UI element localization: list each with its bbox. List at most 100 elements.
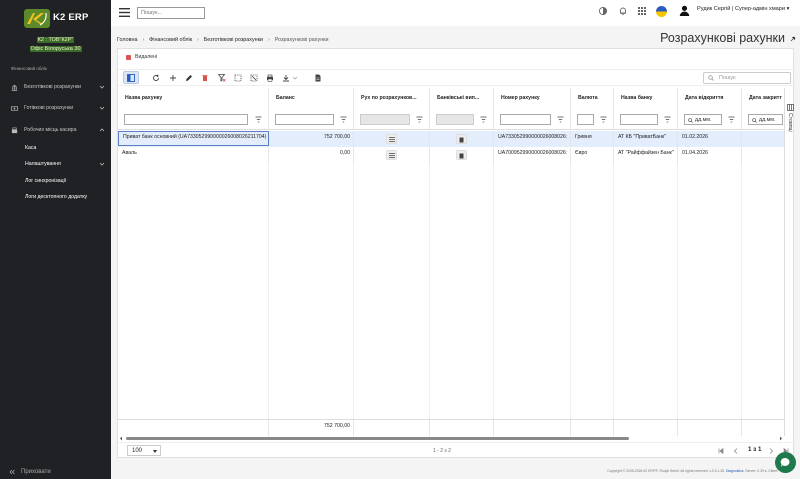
ukraine-flag-icon[interactable]: [656, 6, 667, 17]
filter-icon[interactable]: [255, 116, 262, 123]
grid-totals-row: 752 700,00: [118, 419, 784, 436]
statements-button[interactable]: [456, 150, 467, 160]
chat-button[interactable]: [775, 452, 796, 473]
delete-icon[interactable]: [201, 74, 209, 82]
document-icon[interactable]: [314, 74, 322, 82]
cell-account-number[interactable]: UA733052990000026008026:: [494, 131, 571, 147]
cell-balance[interactable]: 752 700,00: [269, 131, 354, 147]
sidebar-item-cashless[interactable]: Безготівкові розрахунки: [0, 80, 111, 94]
total-balance: 752 700,00: [269, 420, 354, 436]
scroll-right-icon[interactable]: [779, 436, 783, 441]
filter-icon[interactable]: [728, 116, 735, 123]
page-size-select[interactable]: 100: [127, 445, 161, 456]
refresh-icon[interactable]: [152, 74, 160, 82]
breadcrumb-home[interactable]: Головна: [117, 37, 137, 43]
columns-panel-toggle[interactable]: Стовпці: [787, 113, 793, 132]
cell-balance[interactable]: 0,00: [269, 147, 354, 163]
filter-input-bank-name[interactable]: [620, 114, 658, 125]
breadcrumb-finance[interactable]: Фінансовий облік: [149, 37, 192, 43]
cell-account-number[interactable]: UA700952990000026008026:: [494, 147, 571, 163]
column-header-account-name[interactable]: Назва рахунку: [118, 88, 269, 110]
scroll-left-icon[interactable]: [119, 436, 123, 441]
cell-closing-date[interactable]: [742, 131, 784, 147]
filter-icon[interactable]: [557, 116, 564, 123]
copyright-footer: Copyright © 2005-2026 К2 ERP®, Rudyk Ser…: [607, 469, 778, 473]
column-header-opening-date[interactable]: Дата відкриття: [678, 88, 742, 110]
org-name[interactable]: К2 : ТОВ"К2Р": [0, 37, 111, 43]
sidebar-panel-toggle-button[interactable]: [123, 71, 139, 84]
filter-icon[interactable]: [664, 116, 671, 123]
cell-opening-date[interactable]: 01.02.2026: [678, 131, 742, 147]
column-header-closing-date[interactable]: Дата закритт: [742, 88, 784, 110]
total-cell: [571, 420, 614, 436]
chevron-down-icon[interactable]: [292, 74, 298, 82]
grid-search-placeholder: Пошук: [719, 75, 736, 81]
first-page-icon[interactable]: [718, 448, 724, 454]
column-header-currency[interactable]: Валюта: [571, 88, 614, 110]
previous-page-icon[interactable]: [733, 448, 739, 454]
apps-grid-icon[interactable]: [637, 6, 647, 16]
table-row[interactable]: Приват банк основний (UA7330529900000260…: [118, 131, 784, 147]
cell-account-name[interactable]: Приват банк основний (UA7330529900000260…: [118, 131, 269, 146]
user-avatar-icon[interactable]: [679, 5, 690, 16]
column-header-bank-statements[interactable]: Банківські вип...: [430, 88, 494, 110]
k2-logo-icon[interactable]: [24, 9, 50, 28]
menu-icon[interactable]: [119, 8, 130, 17]
filter-icon[interactable]: [480, 116, 487, 123]
diagnostics-link[interactable]: Diagnostics: [726, 469, 744, 473]
statements-button[interactable]: [456, 134, 467, 144]
bell-icon[interactable]: [618, 6, 628, 16]
filter-icon[interactable]: [600, 116, 607, 123]
next-page-icon[interactable]: [768, 448, 774, 454]
grid-search-input[interactable]: Пошук: [703, 72, 791, 84]
theme-toggle-icon[interactable]: [598, 6, 608, 16]
filter-input-balance[interactable]: [275, 114, 334, 125]
filter-icon[interactable]: [416, 116, 423, 123]
download-icon[interactable]: [282, 74, 290, 82]
user-menu[interactable]: Рудик Сергій | Супер-адмін хмари ▾: [697, 6, 789, 12]
filter-input-currency[interactable]: [577, 114, 594, 125]
print-icon[interactable]: [266, 74, 274, 82]
filter-input-account-number[interactable]: [500, 114, 551, 125]
deselect-icon[interactable]: [250, 74, 258, 82]
sidebar-collapse-button[interactable]: Приховати: [9, 469, 51, 475]
breadcrumb-separator: ›: [142, 37, 145, 43]
filter-icon[interactable]: [340, 116, 347, 123]
filter-input-opening-date[interactable]: дд.мм.: [684, 114, 722, 125]
horizontal-scrollbar[interactable]: [119, 436, 789, 441]
cell-account-name[interactable]: Аваль: [118, 147, 269, 163]
sidebar-subitem-settings[interactable]: Налаштування: [0, 158, 111, 170]
sidebar-subitem-sync-log[interactable]: Лог синхронізації: [0, 175, 111, 187]
columns-icon[interactable]: [787, 104, 794, 111]
cell-currency[interactable]: Гривня: [571, 131, 614, 147]
column-header-settlement-movement[interactable]: Рух по розрахунков...: [354, 88, 430, 110]
column-header-bank-name[interactable]: Назва банку: [614, 88, 678, 110]
sidebar-subitem-label: Налаштування: [25, 161, 61, 167]
column-header-account-number[interactable]: Номер рахунку: [494, 88, 571, 110]
filter-input-account-name[interactable]: [124, 114, 248, 125]
clear-filter-icon[interactable]: [218, 74, 226, 82]
cell-opening-date[interactable]: 01.04.2026: [678, 147, 742, 163]
select-all-icon[interactable]: [234, 74, 242, 82]
add-icon[interactable]: [169, 74, 177, 82]
sidebar-item-cashier-workplaces[interactable]: Робочих місць касира: [0, 123, 111, 137]
movement-button[interactable]: [386, 150, 397, 160]
column-header-balance[interactable]: Баланс: [269, 88, 354, 110]
scrollbar-thumb[interactable]: [126, 437, 629, 440]
edit-pencil-icon[interactable]: [185, 74, 193, 82]
sidebar-subitem-desktop-logs[interactable]: Логи десктопного додатку: [0, 191, 111, 203]
global-search-input[interactable]: [137, 7, 205, 19]
cell-bank-name[interactable]: АТ "Райффайзен Банк": [614, 147, 678, 163]
sidebar-item-cash[interactable]: Готівкові розрахунки: [0, 101, 111, 115]
deleted-filter-toggle[interactable]: Видалені: [126, 54, 157, 60]
filter-input-closing-date[interactable]: дд.мм.: [748, 114, 783, 125]
office-name[interactable]: Офіс Білоруська 30: [0, 46, 111, 52]
cell-closing-date[interactable]: [742, 147, 784, 163]
table-row[interactable]: Аваль 0,00 UA700952990000026008026: Євро…: [118, 147, 784, 163]
cell-bank-name[interactable]: АТ КБ "ПриватБанк": [614, 131, 678, 147]
sidebar-subitem-kasa[interactable]: Каса: [0, 142, 111, 154]
cell-currency[interactable]: Євро: [571, 147, 614, 163]
movement-button[interactable]: [386, 134, 397, 144]
pin-icon[interactable]: [790, 36, 796, 42]
breadcrumb-cashless[interactable]: Безготівкові розрахунки: [204, 37, 263, 43]
